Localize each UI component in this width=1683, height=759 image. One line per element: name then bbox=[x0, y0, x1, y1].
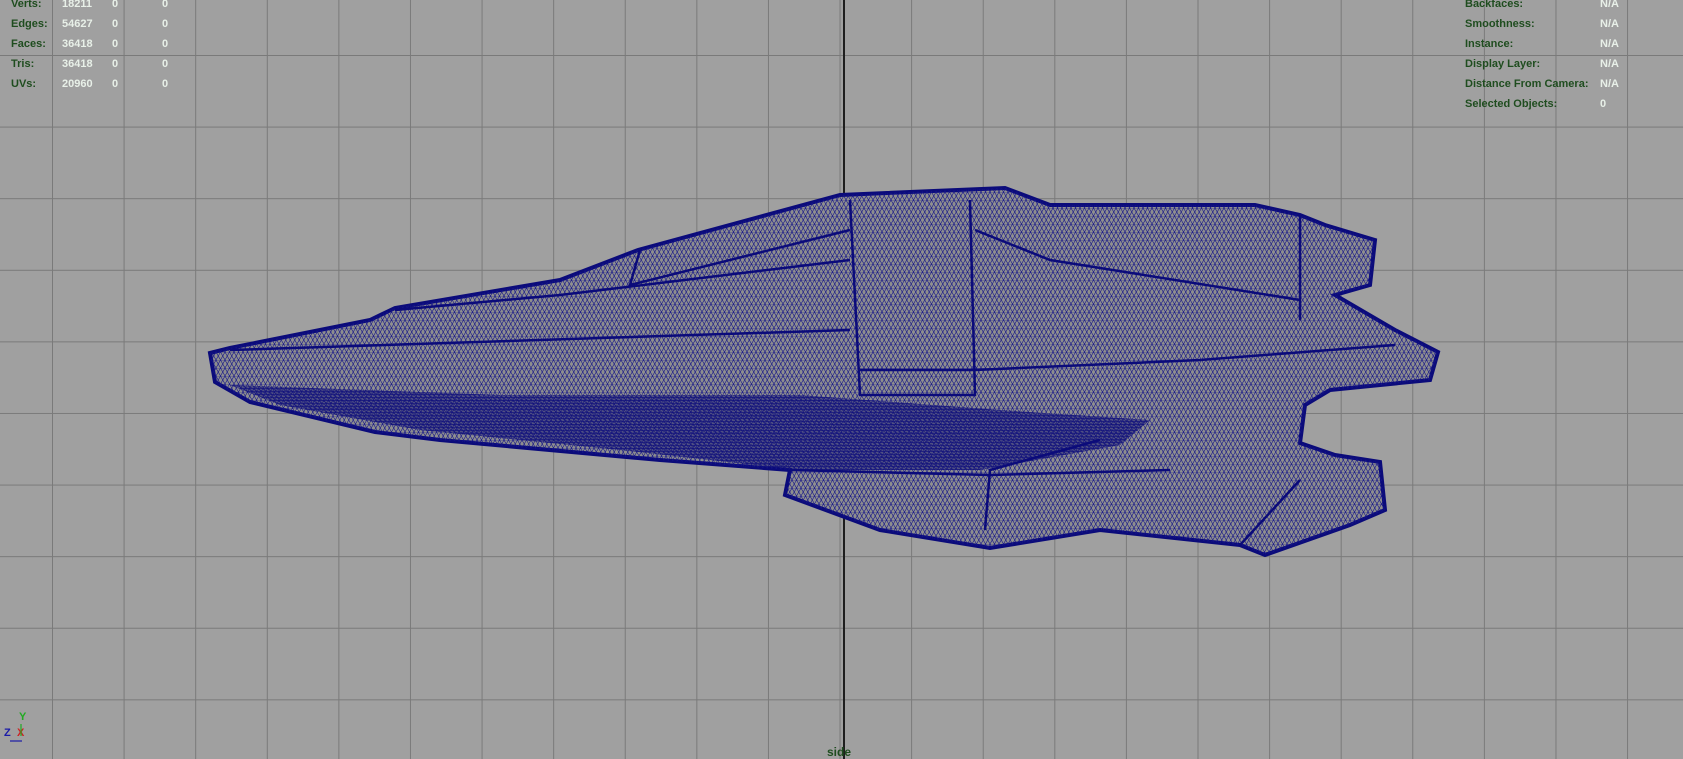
stat-selected: 0 bbox=[112, 58, 119, 70]
stat-other: 0 bbox=[162, 78, 169, 90]
stat-total: 18211 bbox=[62, 0, 92, 10]
stat-total: 36418 bbox=[62, 58, 93, 70]
stat-label: Faces: bbox=[11, 38, 46, 50]
info-value: N/A bbox=[1600, 0, 1619, 10]
info-value: N/A bbox=[1600, 58, 1619, 70]
spaceship-mesh[interactable] bbox=[0, 0, 1683, 759]
stat-label: UVs: bbox=[11, 78, 37, 90]
stat-selected: 0 bbox=[112, 78, 119, 90]
stat-other: 0 bbox=[162, 18, 169, 30]
stat-label: Verts: bbox=[11, 0, 42, 10]
info-value: 0 bbox=[1600, 98, 1607, 110]
info-value: N/A bbox=[1600, 18, 1619, 30]
camera-name-label: side bbox=[827, 745, 852, 759]
view-axis-icon: Y Z X bbox=[4, 711, 34, 745]
stat-label: Edges: bbox=[11, 18, 48, 30]
stat-other: 0 bbox=[162, 58, 169, 70]
info-label: Display Layer: bbox=[1465, 58, 1541, 70]
info-label: Smoothness: bbox=[1465, 18, 1535, 30]
hull-body bbox=[207, 185, 1441, 558]
info-value: N/A bbox=[1600, 78, 1619, 90]
info-label: Backfaces: bbox=[1465, 0, 1524, 10]
stat-selected: 0 bbox=[112, 38, 119, 50]
info-label: Distance From Camera: bbox=[1465, 78, 1589, 90]
info-label: Instance: bbox=[1465, 38, 1514, 50]
stat-total: 54627 bbox=[62, 18, 93, 30]
stat-selected: 0 bbox=[112, 0, 119, 10]
side-viewport[interactable]: Verts: 18211 0 0 Edges: 54627 0 0 Faces: 36418 0 0 T… bbox=[0, 0, 1683, 759]
info-value: N/A bbox=[1600, 38, 1619, 50]
stat-selected: 0 bbox=[112, 18, 119, 30]
stat-label: Tris: bbox=[11, 58, 35, 70]
stat-total: 36418 bbox=[62, 38, 93, 50]
stat-other: 0 bbox=[162, 0, 169, 10]
stat-total: 20960 bbox=[62, 78, 93, 90]
info-label: Selected Objects: bbox=[1465, 98, 1558, 110]
stat-other: 0 bbox=[162, 38, 169, 50]
